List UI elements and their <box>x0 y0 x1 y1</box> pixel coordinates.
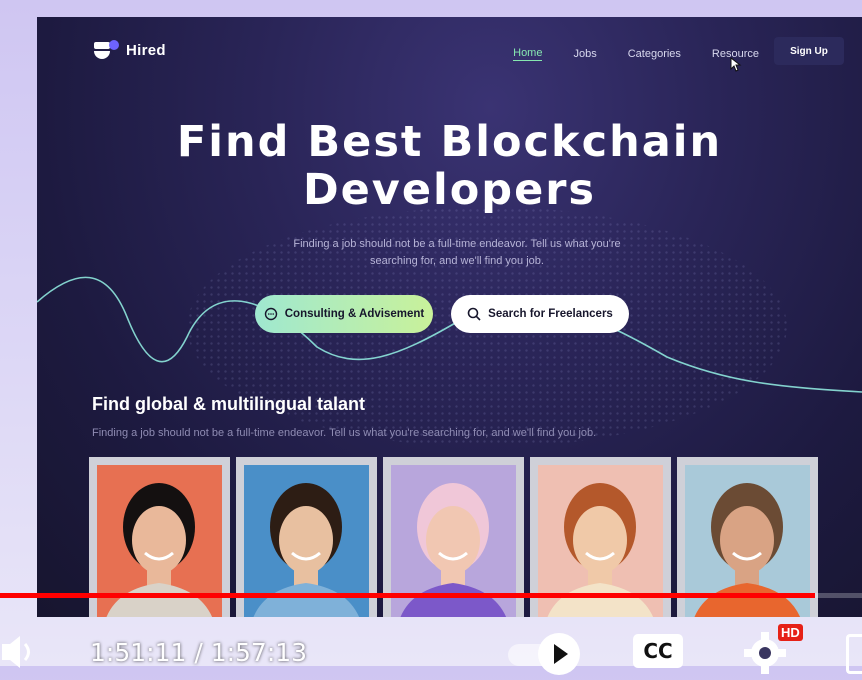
search-freelancers-button[interactable]: Search for Freelancers <box>451 295 629 333</box>
fullscreen-icon[interactable] <box>846 634 862 674</box>
hero-headline-line2: Developers <box>302 165 597 215</box>
brand-name: Hired <box>126 41 166 59</box>
volume-icon[interactable] <box>0 632 40 672</box>
nav-jobs[interactable]: Jobs <box>573 48 596 60</box>
hero-subtext-line1: Finding a job should not be a full-time … <box>293 238 621 250</box>
search-freelancers-label: Search for Freelancers <box>488 308 613 320</box>
website-frame: Hired Home Jobs Categories Resource Sign… <box>37 17 862 617</box>
hero-subtext-line2: searching for, and we'll find you job. <box>370 255 544 267</box>
mouse-cursor-icon <box>730 57 742 72</box>
brand-logo[interactable]: Hired <box>94 39 166 61</box>
hd-badge: HD <box>778 624 803 641</box>
nav-categories[interactable]: Categories <box>628 48 681 60</box>
chat-bubble-icon <box>264 307 277 321</box>
progress-fill[interactable] <box>0 593 816 598</box>
consulting-button-label: Consulting & Advisement <box>284 308 425 320</box>
consulting-button[interactable]: Consulting & Advisement <box>255 295 433 333</box>
time-display: 1:51:11 / 1:57:13 <box>90 638 308 667</box>
nav-home[interactable]: Home <box>513 47 543 61</box>
play-button[interactable] <box>538 633 580 675</box>
hero-headline-line1: Find Best Blockchain <box>176 117 723 167</box>
signup-button[interactable]: Sign Up <box>774 37 844 65</box>
captions-button[interactable]: CC <box>633 634 683 668</box>
talent-section-title: Find global & multilingual talant <box>92 394 365 414</box>
hired-logo-icon <box>94 39 120 61</box>
top-nav: Home Jobs Categories Resource Sign Up <box>513 37 844 65</box>
play-icon <box>554 644 568 664</box>
captions-icon: CC <box>643 639 673 663</box>
talent-section-subtitle: Finding a job should not be a full-time … <box>92 427 597 439</box>
wave-line-decoration <box>37 276 862 393</box>
search-icon <box>467 307 481 321</box>
hero-subtext: Finding a job should not be a full-time … <box>247 236 667 270</box>
video-controls: 1:51:11 / 1:57:13 CC HD <box>0 600 862 675</box>
